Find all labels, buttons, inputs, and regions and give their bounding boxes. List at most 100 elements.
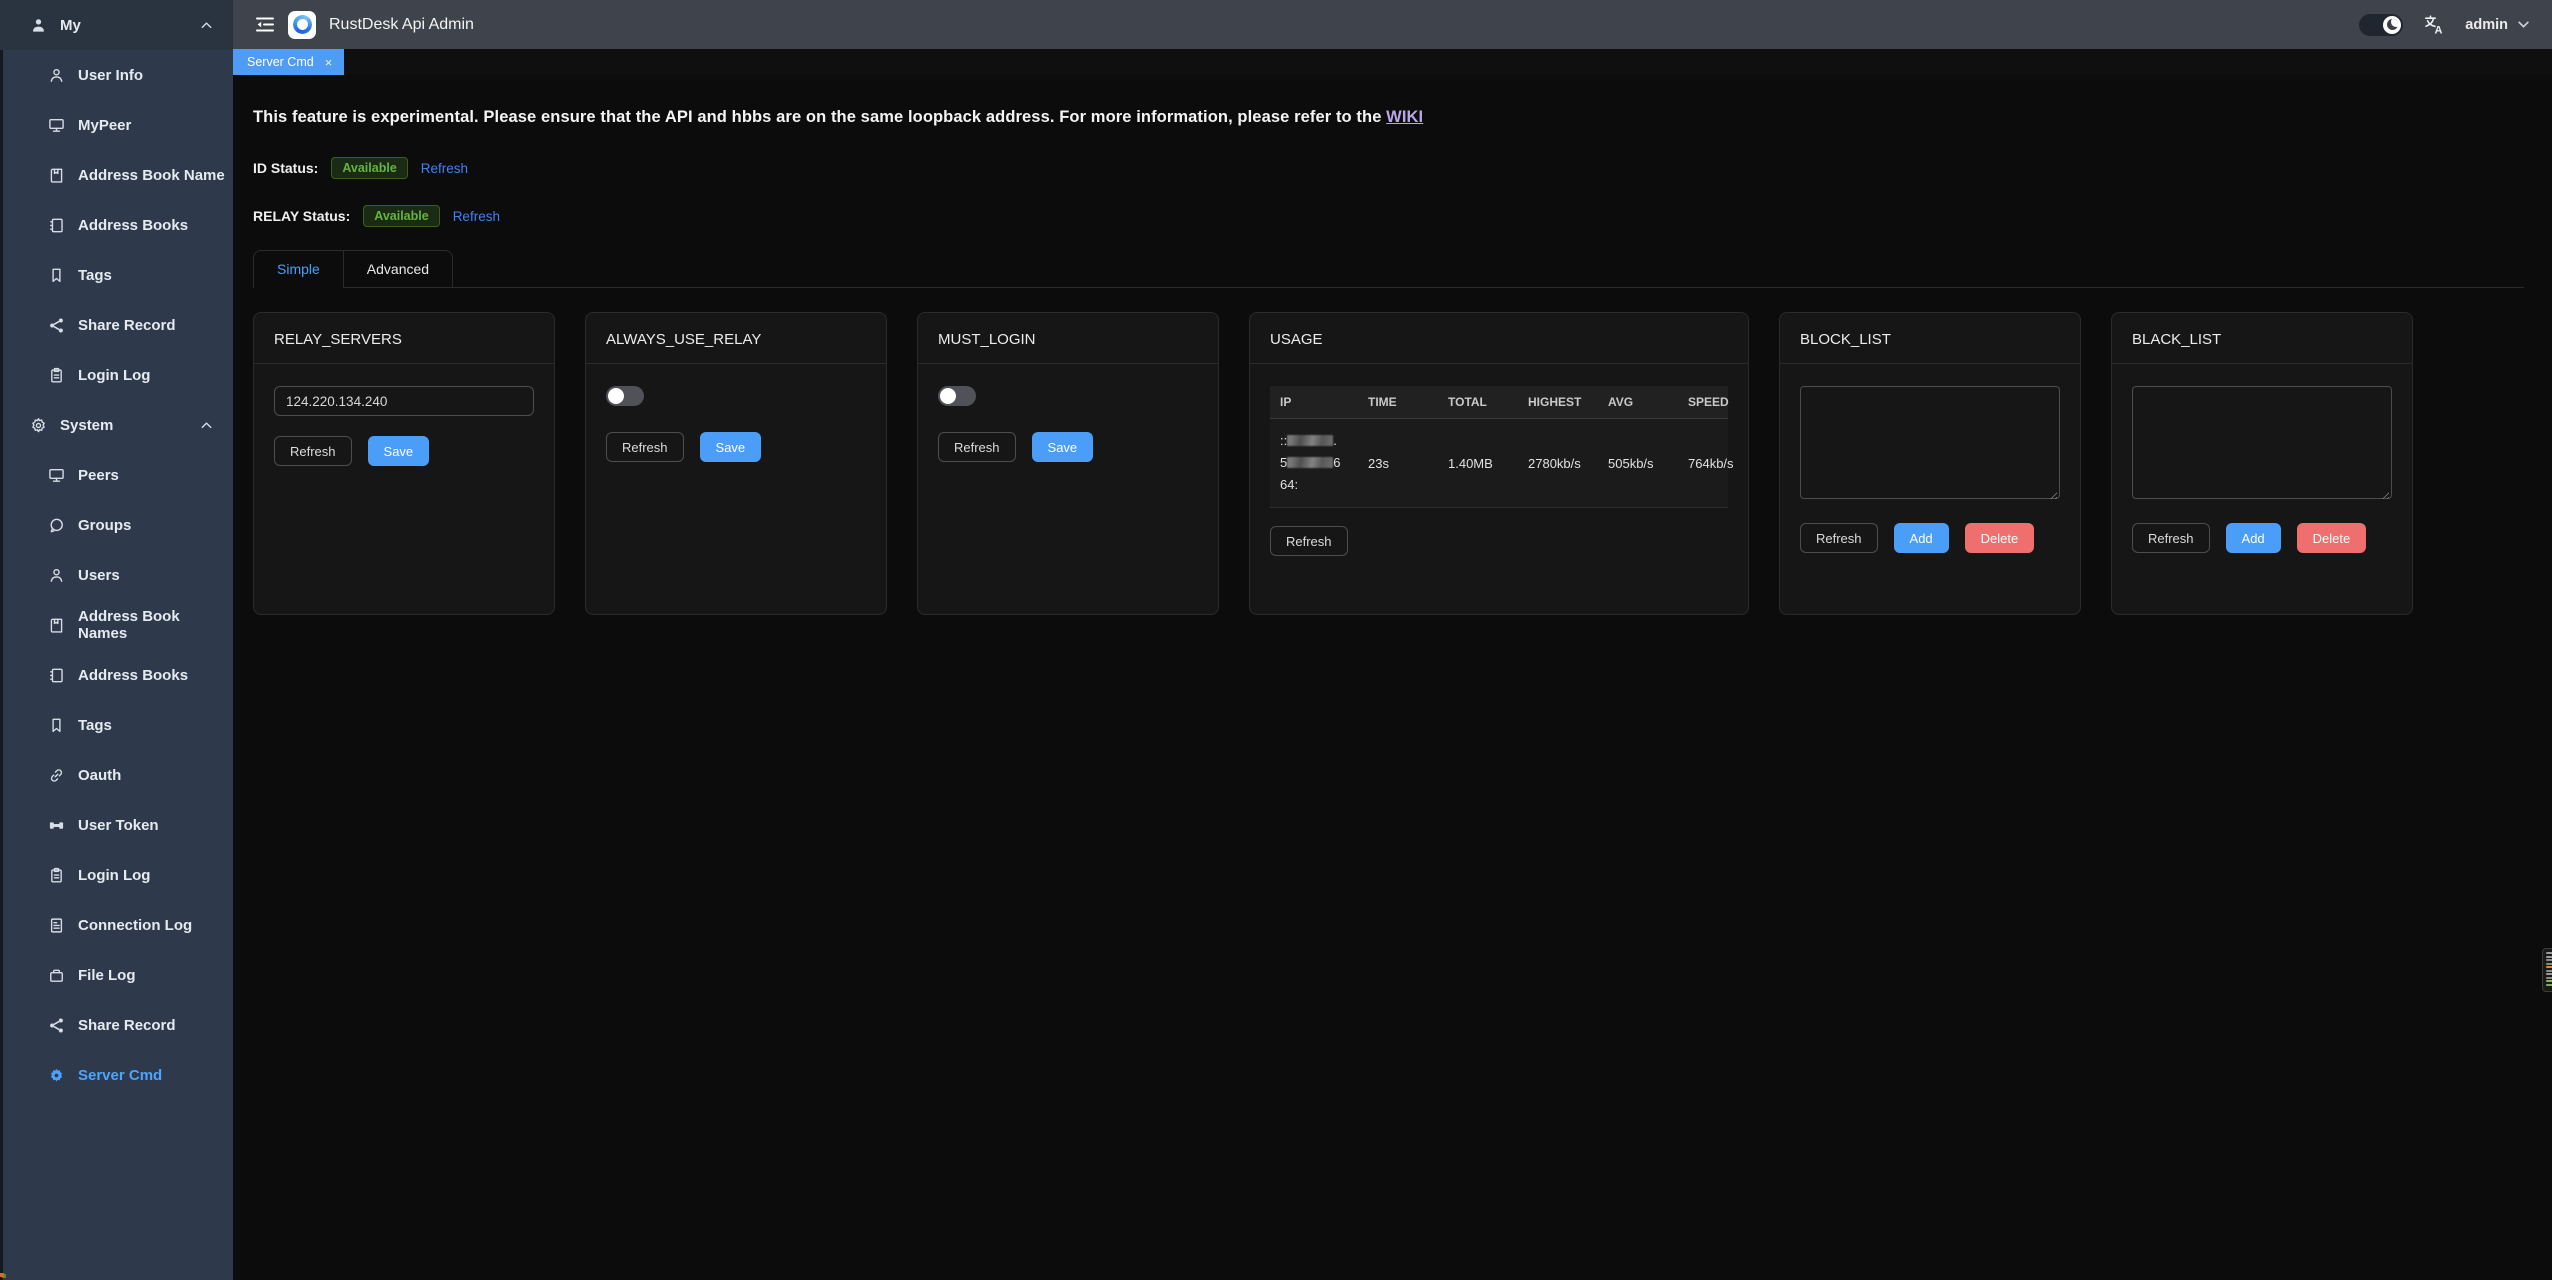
sidebar-item-my-login-log[interactable]: Login Log — [0, 350, 233, 400]
id-status-badge: Available — [331, 157, 407, 179]
archive-icon — [48, 967, 65, 984]
sidebar-item-system-login-log[interactable]: Login Log — [0, 850, 233, 900]
chevron-up-icon — [198, 17, 215, 34]
card-must-login: MUST_LOGIN Refresh Save — [917, 312, 1219, 615]
sidebar-item-system-oauth[interactable]: Oauth — [0, 750, 233, 800]
usage-col-avg: AVG — [1598, 386, 1678, 419]
notebook-icon — [48, 667, 65, 684]
translate-icon[interactable]: A — [2423, 14, 2445, 36]
minimap-stripe — [2546, 980, 2552, 982]
sidebar-item-my-user-info[interactable]: User Info — [0, 50, 233, 100]
usage-col-speed: SPEED — [1678, 386, 1728, 419]
token-icon — [48, 817, 65, 834]
minimap-stripe — [2546, 963, 2552, 965]
scroll-minimap-overlay[interactable] — [2542, 948, 2552, 992]
relay-servers-save-button[interactable]: Save — [368, 436, 430, 466]
close-icon[interactable]: × — [325, 56, 333, 69]
app-title: RustDesk Api Admin — [329, 16, 474, 34]
block-list-delete-button[interactable]: Delete — [1965, 523, 2035, 553]
sidebar-item-system-server-cmd[interactable]: Server Cmd — [0, 1050, 233, 1100]
sidebar-item-system-user-token[interactable]: User Token — [0, 800, 233, 850]
black-list-refresh-button[interactable]: Refresh — [2132, 523, 2210, 553]
table-row: ::.5664: 23s 1.40MB 2780kb/s 505kb/s 764… — [1270, 419, 1728, 508]
sidebar-item-label: Server Cmd — [78, 1067, 162, 1084]
dark-mode-toggle[interactable] — [2359, 14, 2403, 36]
sidebar-item-system-peers[interactable]: Peers — [0, 450, 233, 500]
card-title: BLOCK_LIST — [1780, 313, 2080, 364]
sidebar-group-system[interactable]: System — [0, 400, 233, 450]
redacted-block — [1287, 435, 1333, 446]
id-status-refresh-link[interactable]: Refresh — [421, 161, 468, 176]
sidebar-item-system-users[interactable]: Users — [0, 550, 233, 600]
sidebar-group-label: My — [60, 17, 81, 34]
usage-col-highest: HIGHEST — [1518, 386, 1598, 419]
card-title: RELAY_SERVERS — [254, 313, 554, 364]
relay-status-label: RELAY Status: — [253, 208, 350, 224]
sidebar-item-label: Login Log — [78, 867, 150, 884]
redacted-block — [1287, 457, 1333, 468]
black-list-textarea[interactable] — [2132, 386, 2392, 499]
must-login-save-button[interactable]: Save — [1032, 432, 1094, 462]
sidebar-item-label: Groups — [78, 517, 131, 534]
sidebar-item-my-tags[interactable]: Tags — [0, 250, 233, 300]
sidebar-item-system-address-books[interactable]: Address Books — [0, 650, 233, 700]
card-black-list: BLACK_LIST Refresh Add Delete — [2111, 312, 2413, 615]
sidebar-item-system-file-log[interactable]: File Log — [0, 950, 233, 1000]
relay-status-refresh-link[interactable]: Refresh — [453, 209, 500, 224]
sidebar-item-system-groups[interactable]: Groups — [0, 500, 233, 550]
always-use-relay-save-button[interactable]: Save — [700, 432, 762, 462]
black-list-add-button[interactable]: Add — [2226, 523, 2281, 553]
notice-text: This feature is experimental. Please ens… — [253, 108, 1386, 126]
moon-icon — [2383, 16, 2401, 34]
chat-icon — [48, 517, 65, 534]
always-use-relay-toggle[interactable] — [606, 386, 644, 406]
monitor-icon — [48, 117, 65, 134]
topbar: RustDesk Api Admin A admin — [233, 0, 2552, 49]
tab-server-cmd[interactable]: Server Cmd × — [233, 49, 344, 75]
menu-fold-icon[interactable] — [255, 16, 275, 33]
sidebar-item-my-address-book-name[interactable]: Address Book Name — [0, 150, 233, 200]
card-block-list: BLOCK_LIST Refresh Add Delete — [1779, 312, 2081, 615]
sidebar-item-system-connection-log[interactable]: Connection Log — [0, 900, 233, 950]
sidebar-item-my-address-books[interactable]: Address Books — [0, 200, 233, 250]
block-list-add-button[interactable]: Add — [1894, 523, 1949, 553]
block-list-refresh-button[interactable]: Refresh — [1800, 523, 1878, 553]
must-login-toggle[interactable] — [938, 386, 976, 406]
link-icon — [48, 767, 65, 784]
bookmark-icon — [48, 267, 65, 284]
sidebar-item-my-share-record[interactable]: Share Record — [0, 300, 233, 350]
sidebar-item-label: File Log — [78, 967, 136, 984]
tab-simple[interactable]: Simple — [253, 250, 344, 287]
block-list-textarea[interactable] — [1800, 386, 2060, 499]
sidebar-item-label: Peers — [78, 467, 119, 484]
always-use-relay-refresh-button[interactable]: Refresh — [606, 432, 684, 462]
main-content: This feature is experimental. Please ens… — [233, 75, 2552, 1280]
sidebar-item-system-share-record[interactable]: Share Record — [0, 1000, 233, 1050]
relay-servers-input[interactable] — [274, 386, 534, 416]
user-menu[interactable]: admin — [2465, 17, 2530, 33]
sidebar-item-my-mypeer[interactable]: MyPeer — [0, 100, 233, 150]
card-title: MUST_LOGIN — [918, 313, 1218, 364]
usage-avg-cell: 505kb/s — [1598, 419, 1678, 508]
experimental-notice: This feature is experimental. Please ens… — [253, 108, 2524, 127]
must-login-refresh-button[interactable]: Refresh — [938, 432, 1016, 462]
wiki-link[interactable]: WIKI — [1386, 108, 1423, 126]
sidebar-item-system-tags[interactable]: Tags — [0, 700, 233, 750]
card-relay-servers: RELAY_SERVERS Refresh Save — [253, 312, 555, 615]
sidebar: MyUser InfoMyPeerAddress Book NameAddres… — [0, 0, 233, 1280]
tab-advanced[interactable]: Advanced — [344, 250, 453, 287]
usage-col-time: TIME — [1358, 386, 1438, 419]
book-icon — [48, 617, 65, 634]
relay-status-badge: Available — [363, 205, 439, 227]
usage-refresh-button[interactable]: Refresh — [1270, 526, 1348, 556]
sidebar-item-label: Address Books — [78, 667, 188, 684]
sidebar-item-system-address-book-names[interactable]: Address Book Names — [0, 600, 233, 650]
sidebar-item-label: Login Log — [78, 367, 150, 384]
sidebar-item-label: Share Record — [78, 1017, 176, 1034]
sidebar-item-label: Tags — [78, 267, 112, 284]
relay-servers-refresh-button[interactable]: Refresh — [274, 436, 352, 466]
sidebar-group-my[interactable]: My — [0, 0, 233, 50]
minimap-stripe — [2546, 984, 2552, 986]
mode-tabs: Simple Advanced — [253, 250, 2524, 288]
black-list-delete-button[interactable]: Delete — [2297, 523, 2367, 553]
